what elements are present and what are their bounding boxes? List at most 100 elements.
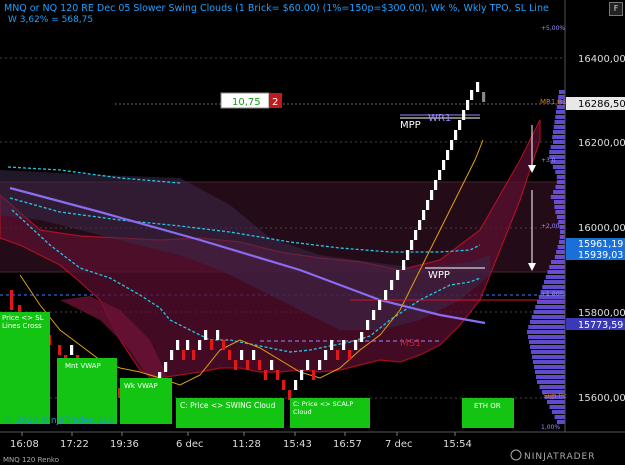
- pct-label: +3,0: [541, 157, 556, 164]
- renko-brick: [182, 350, 186, 360]
- pct-label: +2,00: [541, 223, 560, 230]
- tpo-bar: [529, 340, 565, 344]
- signal-box-label: Wk VWAP: [124, 382, 158, 390]
- tpo-bar: [531, 315, 565, 319]
- price-chart[interactable]: 16400,00 16200,00 16000,00 15800,00 1560…: [0, 0, 625, 465]
- renko-brick: [378, 300, 382, 310]
- renko-brick: [434, 180, 438, 190]
- tpo-bar: [554, 120, 565, 124]
- tpo-bar: [552, 410, 565, 414]
- renko-brick: [482, 92, 486, 102]
- time-tick: 15:43: [283, 439, 312, 450]
- renko-brick: [300, 370, 304, 380]
- renko-brick: [384, 290, 388, 300]
- price-tick: 16200,00: [578, 138, 625, 149]
- renko-brick: [330, 340, 334, 350]
- time-tick: 16:08: [10, 439, 39, 450]
- renko-brick: [276, 370, 280, 380]
- tpo-bar: [553, 140, 565, 144]
- mpp-label: MPP: [400, 120, 421, 131]
- signal-box-label: Price <> SL Lines Cross: [2, 314, 44, 330]
- signal-box: Mnt VWAP: [57, 358, 117, 424]
- tpo-bar: [555, 185, 565, 189]
- wpp-label: WPP: [428, 270, 450, 281]
- signal-box: Wk VWAP: [120, 378, 172, 424]
- tpo-bar: [533, 310, 565, 314]
- copyright-text: © 2021 NinjaTrader, LLC: [4, 416, 115, 426]
- ninjatrader-logo: NINJATRADER: [510, 449, 595, 462]
- renko-brick: [422, 210, 426, 220]
- renko-brick: [222, 340, 226, 350]
- tpo-bar: [549, 405, 565, 409]
- tpo-bar: [549, 150, 565, 154]
- tpo-bar: [554, 415, 565, 419]
- signal-box-label: C: Price <> SCALP Cloud: [293, 400, 354, 416]
- renko-brick: [318, 360, 322, 370]
- tpo-bar: [556, 110, 565, 114]
- signal-box: ETH OR: [462, 398, 514, 428]
- tpo-bar: [554, 200, 565, 204]
- tpo-bar: [552, 165, 565, 169]
- renko-brick: [430, 190, 434, 200]
- time-tick: 6 dec: [176, 439, 204, 450]
- instrument-label: MNQ 120 Renko: [3, 456, 59, 464]
- tpo-bar: [556, 180, 565, 184]
- tpo-bar: [550, 145, 565, 149]
- tpo-bar: [528, 325, 565, 329]
- renko-brick: [240, 350, 244, 360]
- renko-brick: [372, 310, 376, 320]
- renko-brick: [418, 220, 422, 230]
- tpo-bar: [539, 385, 565, 389]
- last-price-value: 16286,50: [578, 99, 625, 110]
- renko-brick: [442, 160, 446, 170]
- tpo-bar: [547, 270, 565, 274]
- renko-brick: [342, 340, 346, 350]
- renko-brick: [438, 170, 442, 180]
- tpo-bar: [530, 320, 565, 324]
- tpo-bar: [527, 330, 565, 334]
- tpo-bar: [555, 210, 565, 214]
- renko-brick: [210, 340, 214, 350]
- renko-brick: [192, 350, 196, 360]
- renko-brick: [264, 370, 268, 380]
- tpo-bar: [530, 345, 565, 349]
- renko-brick: [70, 345, 74, 355]
- renko-brick: [450, 140, 454, 150]
- renko-brick: [454, 130, 458, 140]
- tpo-bar: [553, 190, 565, 194]
- tpo-bar: [554, 205, 565, 209]
- time-tick: 19:36: [110, 439, 139, 450]
- renko-brick: [466, 100, 470, 110]
- renko-brick: [360, 332, 364, 342]
- tpo-bar: [549, 265, 565, 269]
- pct-label: 1,00%: [541, 424, 560, 431]
- renko-brick: [258, 360, 262, 370]
- renko-brick: [58, 345, 62, 355]
- tpo-bar: [535, 370, 565, 374]
- signal-box-label: Mnt VWAP: [65, 362, 101, 370]
- price-tick: 15600,00: [578, 393, 625, 404]
- renko-brick: [396, 270, 400, 280]
- renko-brick: [234, 360, 238, 370]
- price-tick: 16000,00: [578, 223, 625, 234]
- renko-brick: [10, 300, 14, 310]
- renko-brick: [228, 350, 232, 360]
- renko-brick: [402, 260, 406, 270]
- tpo-bar: [554, 255, 565, 259]
- renko-brick: [324, 350, 328, 360]
- tpo-bar: [537, 300, 565, 304]
- price-tag-value: 15773,59: [578, 320, 623, 331]
- tpo-bar: [558, 240, 565, 244]
- renko-brick: [406, 250, 410, 260]
- renko-brick: [366, 320, 370, 330]
- tpo-bar: [553, 130, 565, 134]
- renko-brick: [348, 350, 352, 360]
- tpo-bar: [544, 280, 565, 284]
- time-tick: 11:28: [232, 439, 261, 450]
- tpo-bar: [556, 250, 565, 254]
- renko-brick: [216, 330, 220, 340]
- tpo-bar: [542, 285, 565, 289]
- renko-brick: [176, 340, 180, 350]
- renko-brick: [354, 340, 358, 350]
- mr1-label: MR1 R1: [540, 98, 567, 106]
